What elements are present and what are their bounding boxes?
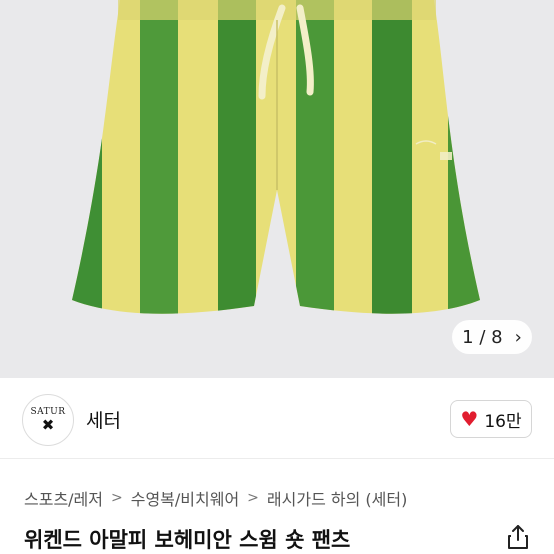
chevron-right-icon: >: [247, 490, 259, 506]
like-count: 16만: [484, 411, 522, 432]
pager-current: 1: [462, 326, 474, 348]
heart-icon: ♥: [460, 407, 479, 431]
chevron-right-icon: >: [111, 490, 123, 506]
image-pager[interactable]: 1 / 8 ›: [452, 320, 532, 354]
pager-separator: /: [479, 326, 486, 348]
product-image-gallery[interactable]: 1 / 8 ›: [0, 0, 554, 378]
breadcrumb-item[interactable]: 스포츠/레저: [24, 486, 103, 510]
product-title: 위켄드 아말피 보헤미안 스윔 숏 팬츠: [24, 528, 351, 552]
like-button[interactable]: ♥ 16만: [450, 400, 532, 438]
breadcrumb-item[interactable]: 래시가드 하의 (세터): [267, 486, 407, 510]
logo-cross-icon: ✖: [41, 416, 55, 434]
seller-name[interactable]: 세터: [86, 406, 121, 433]
seller-row: SATUR ✖ 세터 ♥ 16만: [0, 380, 554, 459]
chevron-right-icon[interactable]: ›: [515, 327, 522, 348]
pager-total: 8: [491, 326, 503, 348]
seller-logo[interactable]: SATUR ✖: [22, 394, 74, 446]
share-icon[interactable]: [506, 524, 530, 550]
breadcrumb: 스포츠/레저 > 수영복/비치웨어 > 래시가드 하의 (세터): [24, 486, 407, 510]
breadcrumb-item[interactable]: 수영복/비치웨어: [131, 486, 239, 510]
